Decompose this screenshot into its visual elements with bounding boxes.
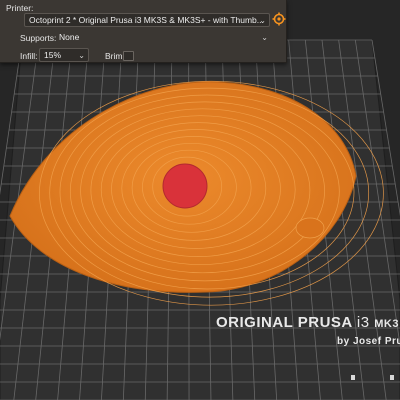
- printer-label: Printer:: [6, 3, 34, 13]
- bed-title-version: MK3: [374, 318, 399, 330]
- printer-select[interactable]: Octoprint 2 * Original Prusa i3 MK3S & M…: [24, 13, 270, 27]
- brim-label: Brim:: [105, 51, 125, 61]
- supports-select-value: None: [59, 32, 80, 42]
- chevron-down-icon: ⌄: [78, 51, 85, 60]
- bed-subtitle: by Josef Pru: [337, 336, 400, 347]
- model-side-bump: [295, 217, 325, 239]
- supports-select[interactable]: None ⌄: [54, 30, 272, 44]
- infill-value: 15%: [44, 50, 62, 60]
- print-settings-panel: Printer: Octoprint 2 * Original Prusa i3…: [0, 0, 287, 63]
- bed-title-main: ORIGINAL PRUSA: [216, 314, 353, 331]
- supports-label: Supports:: [20, 33, 57, 43]
- printer-settings-button[interactable]: [272, 12, 286, 26]
- chevron-down-icon: ⌄: [259, 16, 266, 25]
- gear-icon: [272, 12, 286, 26]
- printer-select-value: Octoprint 2 * Original Prusa i3 MK3S & M…: [29, 15, 264, 25]
- bed-title: ORIGINAL PRUSA i3 MK3: [216, 314, 399, 331]
- infill-combo[interactable]: 15% ⌄: [39, 48, 89, 62]
- chevron-down-icon: ⌄: [261, 33, 268, 42]
- model-center-marker: [162, 163, 208, 209]
- infill-label: Infill:: [20, 51, 38, 61]
- brim-checkbox[interactable]: [123, 51, 134, 61]
- bed-title-model: i3: [356, 314, 370, 331]
